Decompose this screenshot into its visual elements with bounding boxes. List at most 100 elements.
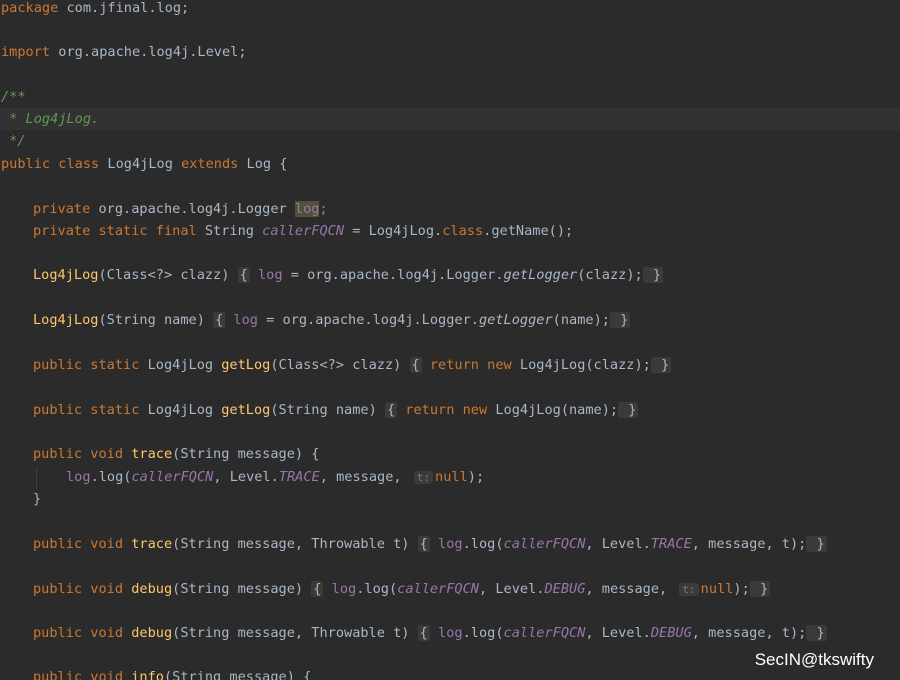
fold-close-brace[interactable]: } (618, 402, 639, 418)
code-text: , message, (319, 469, 410, 485)
code-line[interactable]: public class Log4jLog extends Log { (0, 153, 900, 175)
code-line[interactable]: private org.apache.log4j.Logger log; (0, 198, 900, 220)
method-name: trace (123, 536, 173, 552)
field-highlighted[interactable]: log (294, 201, 320, 217)
fold-close-brace[interactable]: } (806, 625, 827, 641)
code-text: = org.apache.log4j.Logger. (282, 267, 504, 283)
code-line[interactable]: } (0, 488, 900, 510)
keyword: public void (33, 581, 124, 597)
fold-open-brace[interactable]: { (384, 402, 398, 418)
code-line[interactable]: public void trace(String message) { (0, 443, 900, 465)
code-text: Log4jLog(clazz); (511, 357, 651, 373)
static-field: callerFQCN (397, 581, 479, 597)
signature: (String name) (270, 402, 385, 418)
watermark-text: SecIN@tkswifty (754, 650, 874, 669)
code-line[interactable]: public void debug(String message) { log.… (0, 578, 900, 600)
code-line[interactable]: public static Log4jLog getLog(Class<?> c… (0, 354, 900, 376)
keyword: public static (33, 357, 140, 373)
code-line[interactable]: public static Log4jLog getLog(String nam… (0, 399, 900, 421)
fold-open-brace[interactable]: { (417, 536, 430, 552)
code-text: Log4jLog(name); (487, 402, 619, 418)
field: log (323, 581, 357, 597)
fold-open-brace[interactable]: { (311, 581, 324, 597)
code-editor[interactable]: package com.jfinal.log; import org.apach… (0, 0, 900, 680)
signature: (String message) { (172, 446, 320, 462)
method-name: debug (123, 581, 173, 597)
method-name: getLog (221, 357, 271, 373)
constructor-name: Log4jLog (33, 267, 99, 283)
fold-open-brace[interactable]: { (409, 357, 422, 373)
keyword: public void (33, 536, 124, 552)
code-text: ); (467, 469, 485, 485)
close-brace: } (33, 491, 42, 507)
code-text: , message, (585, 581, 676, 597)
method-name: trace (123, 446, 173, 462)
code-line[interactable]: */ (0, 130, 900, 152)
fold-open-brace[interactable]: { (237, 267, 250, 283)
type: String (196, 223, 263, 239)
code-text: = Log4jLog. (344, 223, 443, 239)
signature: (String message, Throwable t) (172, 625, 418, 641)
comment: * Log4jLog. (1, 111, 100, 127)
code-line[interactable]: package com.jfinal.log; (0, 0, 900, 19)
code-text: , Level. (478, 581, 545, 597)
code-line[interactable]: Log4jLog(String name) { log = org.apache… (0, 309, 900, 331)
method-call: .log( (462, 625, 504, 641)
type: org.apache.log4j.Logger (90, 201, 295, 217)
method-call: .log( (356, 581, 398, 597)
fold-open-brace[interactable]: { (213, 312, 226, 328)
type: Log4jLog (139, 357, 222, 373)
static-field: callerFQCN (503, 536, 586, 552)
field: log (429, 536, 463, 552)
keyword: class (442, 223, 484, 239)
keyword: return new (421, 357, 512, 373)
code-text: (clazz); (577, 267, 643, 283)
fold-close-brace[interactable]: } (642, 267, 664, 283)
keyword: public static (33, 402, 140, 418)
semicolon: ; (319, 201, 328, 217)
class-name: Log4jLog (99, 156, 182, 172)
code-line[interactable]: private static final String callerFQCN =… (0, 220, 900, 242)
fold-close-brace[interactable]: } (806, 536, 827, 552)
keyword: public void (33, 625, 124, 641)
code-text: .getName(); (483, 223, 574, 239)
code-text: , Level. (585, 536, 651, 552)
code-line[interactable]: Log4jLog(Class<?> clazz) { log = org.apa… (0, 264, 900, 286)
field: log (66, 469, 91, 485)
constructor-name: Log4jLog (33, 312, 99, 328)
method-call: .log( (90, 469, 132, 485)
code-text: , message, t); (691, 536, 807, 552)
code-line[interactable]: public void debug(String message, Throwa… (0, 622, 900, 644)
method-call: getLogger (503, 267, 578, 283)
fold-open-brace[interactable]: { (417, 625, 430, 641)
code-line[interactable]: log.log(callerFQCN, Level.TRACE, message… (0, 466, 900, 488)
static-field: callerFQCN (131, 469, 214, 485)
fold-close-brace[interactable]: } (650, 357, 672, 373)
fold-close-brace[interactable]: } (749, 581, 771, 597)
code-line-current[interactable]: * Log4jLog. (0, 108, 900, 130)
signature: (String name) (98, 312, 214, 328)
enum-constant: TRACE (278, 469, 320, 485)
signature: (Class<?> clazz) (270, 357, 410, 373)
keyword: package (1, 0, 59, 16)
signature: (Class<?> clazz) (98, 267, 238, 283)
keyword: import (1, 44, 51, 60)
enum-constant: TRACE (650, 536, 692, 552)
code-text: com.jfinal.log; (58, 0, 190, 16)
method-name: debug (123, 625, 173, 641)
keyword: private static final (33, 223, 197, 239)
code-line[interactable]: /** (0, 86, 900, 108)
parameter-hint: t: (679, 583, 699, 596)
comment: */ (1, 133, 26, 149)
fold-close-brace[interactable]: } (609, 312, 631, 328)
field: log (249, 267, 283, 283)
field: log (429, 625, 463, 641)
code-text: , Level. (213, 469, 279, 485)
method-name: info (123, 669, 164, 680)
method-call: getLogger (478, 312, 553, 328)
static-field: callerFQCN (503, 625, 586, 641)
code-line[interactable]: import org.apache.log4j.Level; (0, 41, 900, 63)
code-line[interactable]: public void trace(String message, Throwa… (0, 533, 900, 555)
code-text: ); (733, 581, 750, 597)
keyword: public void (33, 446, 124, 462)
